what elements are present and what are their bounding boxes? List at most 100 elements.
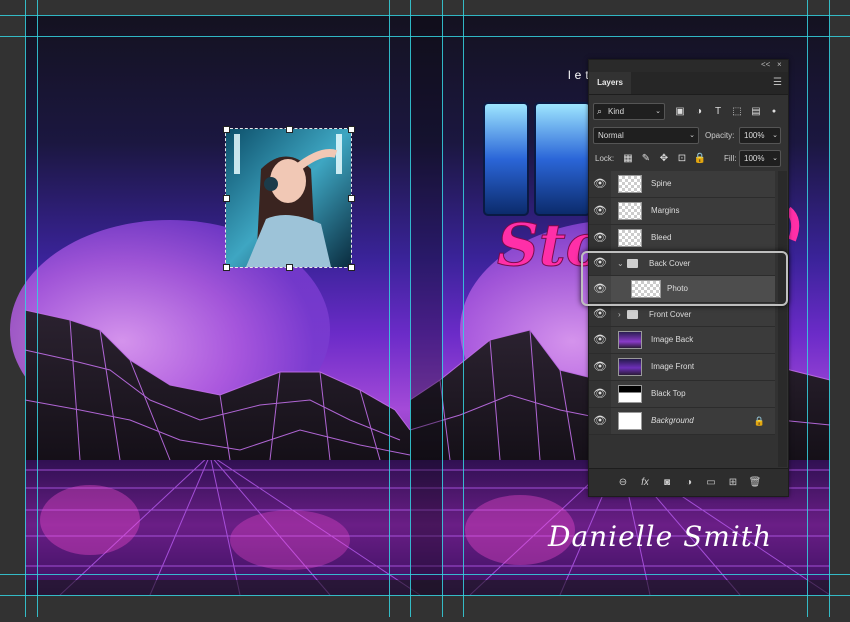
layers-bottom-toolbar: ⊖ fx ◙ ◑ ▭ ⊞ 🗑 [589,468,788,496]
visibility-eye-icon[interactable]: 👁 [589,225,611,251]
layer-name: Background [651,416,694,425]
fill-label: Fill: [724,154,737,163]
fill-input[interactable]: 100% ⌄ [739,150,781,167]
layer-row-background[interactable]: 👁 Background 🔒 [589,408,775,435]
guide-vertical [829,0,830,617]
layer-thumbnail [618,385,642,403]
lock-artboard-icon[interactable]: ⊡ [675,150,689,167]
transform-handle[interactable] [223,264,230,271]
lock-icon: 🔒 [753,416,765,426]
visibility-eye-icon[interactable]: 👁 [589,198,611,224]
guide-vertical [25,0,26,617]
author-signature: Danielle Smith [548,520,773,553]
guide-vertical [463,0,464,617]
layer-thumbnail [618,331,642,349]
transform-handle[interactable] [286,264,293,271]
transform-handle[interactable] [286,126,293,133]
collapse-panel-button[interactable]: << [761,60,770,69]
blend-mode-value: Normal [598,131,624,140]
transform-handle[interactable] [223,195,230,202]
chevron-down-icon: ⌄ [655,108,661,115]
visibility-eye-icon[interactable]: 👁 [589,354,611,380]
trash-icon[interactable]: 🗑 [747,469,763,496]
link-icon[interactable]: ⊖ [615,469,631,496]
layer-name: Image Front [651,362,695,371]
visibility-eye-icon[interactable]: 👁 [589,327,611,353]
layer-row-margins[interactable]: 👁 Margins [589,198,775,225]
adjustment-filter-icon[interactable]: ◑ [692,103,706,120]
guide-horizontal [0,574,850,575]
chevron-down-icon: ⌄ [772,132,778,139]
layer-thumbnail [618,412,642,430]
layer-row-front-cover-group[interactable]: 👁 › Front Cover [589,303,775,327]
guide-horizontal [0,36,850,37]
folder-icon [627,310,638,319]
opacity-input[interactable]: 100% ⌄ [739,127,781,144]
adjustment-icon[interactable]: ◑ [681,469,697,496]
photo-layer-image[interactable] [225,128,352,268]
layer-name: Spine [651,179,672,188]
layer-name: Front Cover [649,310,692,319]
close-panel-button[interactable]: × [777,60,782,69]
lock-row: Lock: ▦ ✎ ✥ ⊡ 🔒 Fill: 100% ⌄ [593,150,784,167]
guide-vertical [389,0,390,617]
visibility-eye-icon[interactable]: 👁 [589,381,611,407]
layer-thumbnail [618,202,642,220]
layer-list-scrollbar[interactable] [778,171,787,467]
transform-handle[interactable] [348,195,355,202]
guide-horizontal [0,595,850,596]
search-icon: ⌕ [597,106,603,116]
guide-vertical [807,0,808,617]
layer-row-bleed[interactable]: 👁 Bleed [589,225,775,252]
photo-illustration [226,129,351,267]
guide-vertical [442,0,443,617]
filter-kind-label: Kind [608,107,625,116]
guide-vertical [37,0,38,617]
filter-row: ⌕ Kind ⌄ ▣ ◑ T ⬚ ▤ ● [593,103,784,120]
layer-thumbnail [618,175,642,193]
shape-filter-icon[interactable]: ⬚ [730,103,744,120]
blend-mode-select[interactable]: Normal ⌄ [593,127,699,144]
lock-paint-icon[interactable]: ✎ [639,150,653,167]
opacity-value: 100% [744,131,765,140]
new-layer-icon[interactable]: ⊞ [725,469,741,496]
lock-transparency-icon[interactable]: ▦ [621,150,635,167]
transform-handle[interactable] [348,264,355,271]
layer-thumbnail [618,358,642,376]
type-filter-icon[interactable]: T [711,103,725,120]
layer-name: Bleed [651,233,672,242]
lock-label: Lock: [595,154,615,163]
filter-kind-select[interactable]: ⌕ Kind ⌄ [593,103,665,120]
opacity-label: Opacity: [705,131,735,140]
filter-toggle-icon[interactable]: ● [767,103,781,120]
layer-row-spine[interactable]: 👁 Spine [589,171,775,198]
mask-icon[interactable]: ◙ [659,469,675,496]
layer-list: 👁 Spine 👁 Margins 👁 Bleed 👁 ⌄ Back Cover… [589,171,776,467]
layer-row-image-back[interactable]: 👁 Image Back [589,327,775,354]
folder-icon[interactable]: ▭ [703,469,719,496]
layer-row-image-front[interactable]: 👁 Image Front [589,354,775,381]
guide-vertical [410,0,411,617]
visibility-eye-icon[interactable]: 👁 [589,303,611,326]
fx-icon[interactable]: fx [637,469,653,496]
fill-value: 100% [744,154,765,163]
tab-layers[interactable]: Layers [589,72,631,94]
pixel-filter-icon[interactable]: ▣ [673,103,687,120]
panel-tab-row: Layers ☰ [589,72,788,95]
layer-row-black-top[interactable]: 👁 Black Top [589,381,775,408]
panel-top-strip: << × [589,60,788,72]
chevron-down-icon: ⌄ [689,132,695,139]
transform-handle[interactable] [348,126,355,133]
transform-handle[interactable] [223,126,230,133]
chevron-right-icon[interactable]: › [618,303,621,326]
visibility-eye-icon[interactable]: 👁 [589,171,611,197]
lock-all-icon[interactable]: 🔒 [693,150,707,167]
layer-name: Image Back [651,335,694,344]
panel-menu-icon[interactable]: ☰ [773,78,782,88]
lock-position-icon[interactable]: ✥ [657,150,671,167]
visibility-eye-icon[interactable]: 👁 [589,408,611,434]
smart-object-filter-icon[interactable]: ▤ [749,103,763,120]
layer-thumbnail [618,229,642,247]
highlight-frame [581,251,788,306]
chevron-down-icon: ⌄ [772,155,778,162]
